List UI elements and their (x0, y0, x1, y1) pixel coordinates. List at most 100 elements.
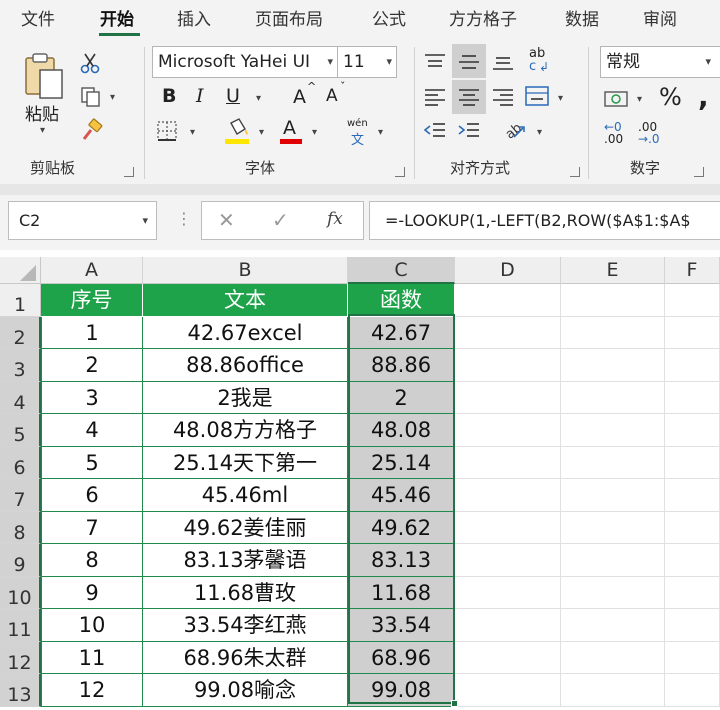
table-cell[interactable]: 11 (41, 641, 143, 674)
empty-cell[interactable] (665, 349, 720, 382)
empty-cell[interactable] (455, 381, 561, 414)
table-cell[interactable]: 49.62姜佳丽 (143, 511, 348, 544)
empty-cell[interactable] (665, 446, 720, 479)
empty-cell[interactable] (665, 674, 720, 707)
tab-fangfang[interactable]: 方方格子 (449, 5, 517, 30)
empty-cell[interactable] (455, 544, 561, 577)
table-cell[interactable]: 6 (41, 479, 143, 512)
italic-button[interactable]: I (196, 85, 204, 107)
header-cell[interactable]: 文本 (143, 284, 348, 317)
column-header-a[interactable]: A (41, 257, 143, 284)
table-cell[interactable]: 83.13 (348, 544, 455, 577)
tab-home[interactable]: 开始 (100, 5, 134, 30)
column-header-c[interactable]: C (348, 257, 455, 284)
table-cell[interactable]: 7 (41, 511, 143, 544)
row-header-9[interactable]: 9 (0, 544, 41, 577)
percent-style-button[interactable]: % (659, 83, 682, 111)
align-center-button[interactable] (458, 87, 480, 111)
borders-button[interactable] (156, 120, 178, 146)
empty-cell[interactable] (561, 511, 665, 544)
empty-cell[interactable] (561, 381, 665, 414)
table-cell[interactable]: 42.67excel (143, 316, 348, 349)
tab-review[interactable]: 审阅 (643, 5, 677, 30)
insert-function-button[interactable]: fx (327, 209, 343, 229)
empty-cell[interactable] (665, 511, 720, 544)
empty-cell[interactable] (455, 316, 561, 349)
empty-cell[interactable] (561, 446, 665, 479)
table-cell[interactable]: 68.96 (348, 641, 455, 674)
clipboard-launcher-icon[interactable] (124, 167, 134, 177)
table-cell[interactable]: 10 (41, 609, 143, 642)
empty-cell[interactable] (665, 609, 720, 642)
empty-cell[interactable] (665, 641, 720, 674)
column-header-e[interactable]: E (561, 257, 665, 284)
empty-cell[interactable] (665, 479, 720, 512)
paste-button[interactable] (22, 52, 66, 104)
name-box[interactable]: C2 ▾ (8, 201, 157, 240)
table-cell[interactable]: 2 (348, 381, 455, 414)
empty-cell[interactable] (665, 544, 720, 577)
copy-button[interactable] (80, 86, 102, 112)
header-cell[interactable]: 函数 (348, 284, 455, 317)
font-name-combo[interactable]: Microsoft YaHei UI ▾ (152, 46, 338, 78)
empty-cell[interactable] (561, 674, 665, 707)
copy-dropdown-icon[interactable]: ▾ (110, 93, 115, 103)
row-header-1[interactable]: 1 (0, 284, 41, 317)
font-launcher-icon[interactable] (395, 167, 405, 177)
table-cell[interactable]: 88.86office (143, 349, 348, 382)
empty-cell[interactable] (665, 414, 720, 447)
empty-cell[interactable] (455, 284, 561, 317)
table-cell[interactable]: 1 (41, 316, 143, 349)
format-painter-button[interactable] (80, 118, 104, 146)
font-color-dropdown-icon[interactable]: ▾ (312, 128, 317, 138)
empty-cell[interactable] (561, 609, 665, 642)
row-header-11[interactable]: 11 (0, 609, 41, 642)
table-cell[interactable]: 2我是 (143, 381, 348, 414)
empty-cell[interactable] (455, 511, 561, 544)
table-cell[interactable]: 4 (41, 414, 143, 447)
empty-cell[interactable] (561, 479, 665, 512)
table-cell[interactable]: 48.08 (348, 414, 455, 447)
empty-cell[interactable] (561, 349, 665, 382)
cut-button[interactable] (80, 52, 100, 78)
grow-font-button[interactable]: A (293, 86, 306, 108)
decrease-indent-button[interactable] (423, 121, 446, 145)
align-left-button[interactable] (424, 87, 446, 111)
empty-cell[interactable] (561, 414, 665, 447)
empty-cell[interactable] (665, 576, 720, 609)
table-cell[interactable]: 88.86 (348, 349, 455, 382)
fill-color-button[interactable] (225, 117, 251, 149)
empty-cell[interactable] (561, 284, 665, 317)
table-cell[interactable]: 2 (41, 349, 143, 382)
row-header-5[interactable]: 5 (0, 414, 41, 447)
fill-handle[interactable] (451, 700, 458, 707)
cancel-icon[interactable]: ✕ (218, 208, 235, 232)
empty-cell[interactable] (561, 576, 665, 609)
number-launcher-icon[interactable] (694, 167, 704, 177)
empty-cell[interactable] (561, 316, 665, 349)
font-size-combo[interactable]: 11 ▾ (337, 46, 397, 78)
tab-formulas[interactable]: 公式 (372, 5, 406, 30)
table-cell[interactable]: 99.08 (348, 674, 455, 707)
accounting-format-button[interactable] (604, 89, 628, 113)
formula-input[interactable]: =-LOOKUP(1,-LEFT(B2,ROW($A$1:$A$ (369, 201, 720, 240)
column-header-b[interactable]: B (143, 257, 348, 284)
fill-color-dropdown-icon[interactable]: ▾ (259, 128, 264, 138)
table-cell[interactable]: 25.14 (348, 446, 455, 479)
row-header-12[interactable]: 12 (0, 641, 41, 674)
empty-cell[interactable] (455, 479, 561, 512)
table-cell[interactable]: 48.08方方格子 (143, 414, 348, 447)
accounting-dropdown-icon[interactable]: ▾ (637, 95, 642, 105)
row-header-10[interactable]: 10 (0, 576, 41, 609)
row-header-4[interactable]: 4 (0, 381, 41, 414)
table-cell[interactable]: 99.08喻念 (143, 674, 348, 707)
empty-cell[interactable] (561, 641, 665, 674)
empty-cell[interactable] (455, 674, 561, 707)
align-right-button[interactable] (492, 87, 514, 111)
empty-cell[interactable] (455, 349, 561, 382)
empty-cell[interactable] (455, 641, 561, 674)
borders-dropdown-icon[interactable]: ▾ (190, 128, 195, 138)
row-header-2[interactable]: 2 (0, 316, 41, 349)
tab-page-layout[interactable]: 页面布局 (255, 5, 323, 30)
tab-file[interactable]: 文件 (21, 5, 55, 30)
